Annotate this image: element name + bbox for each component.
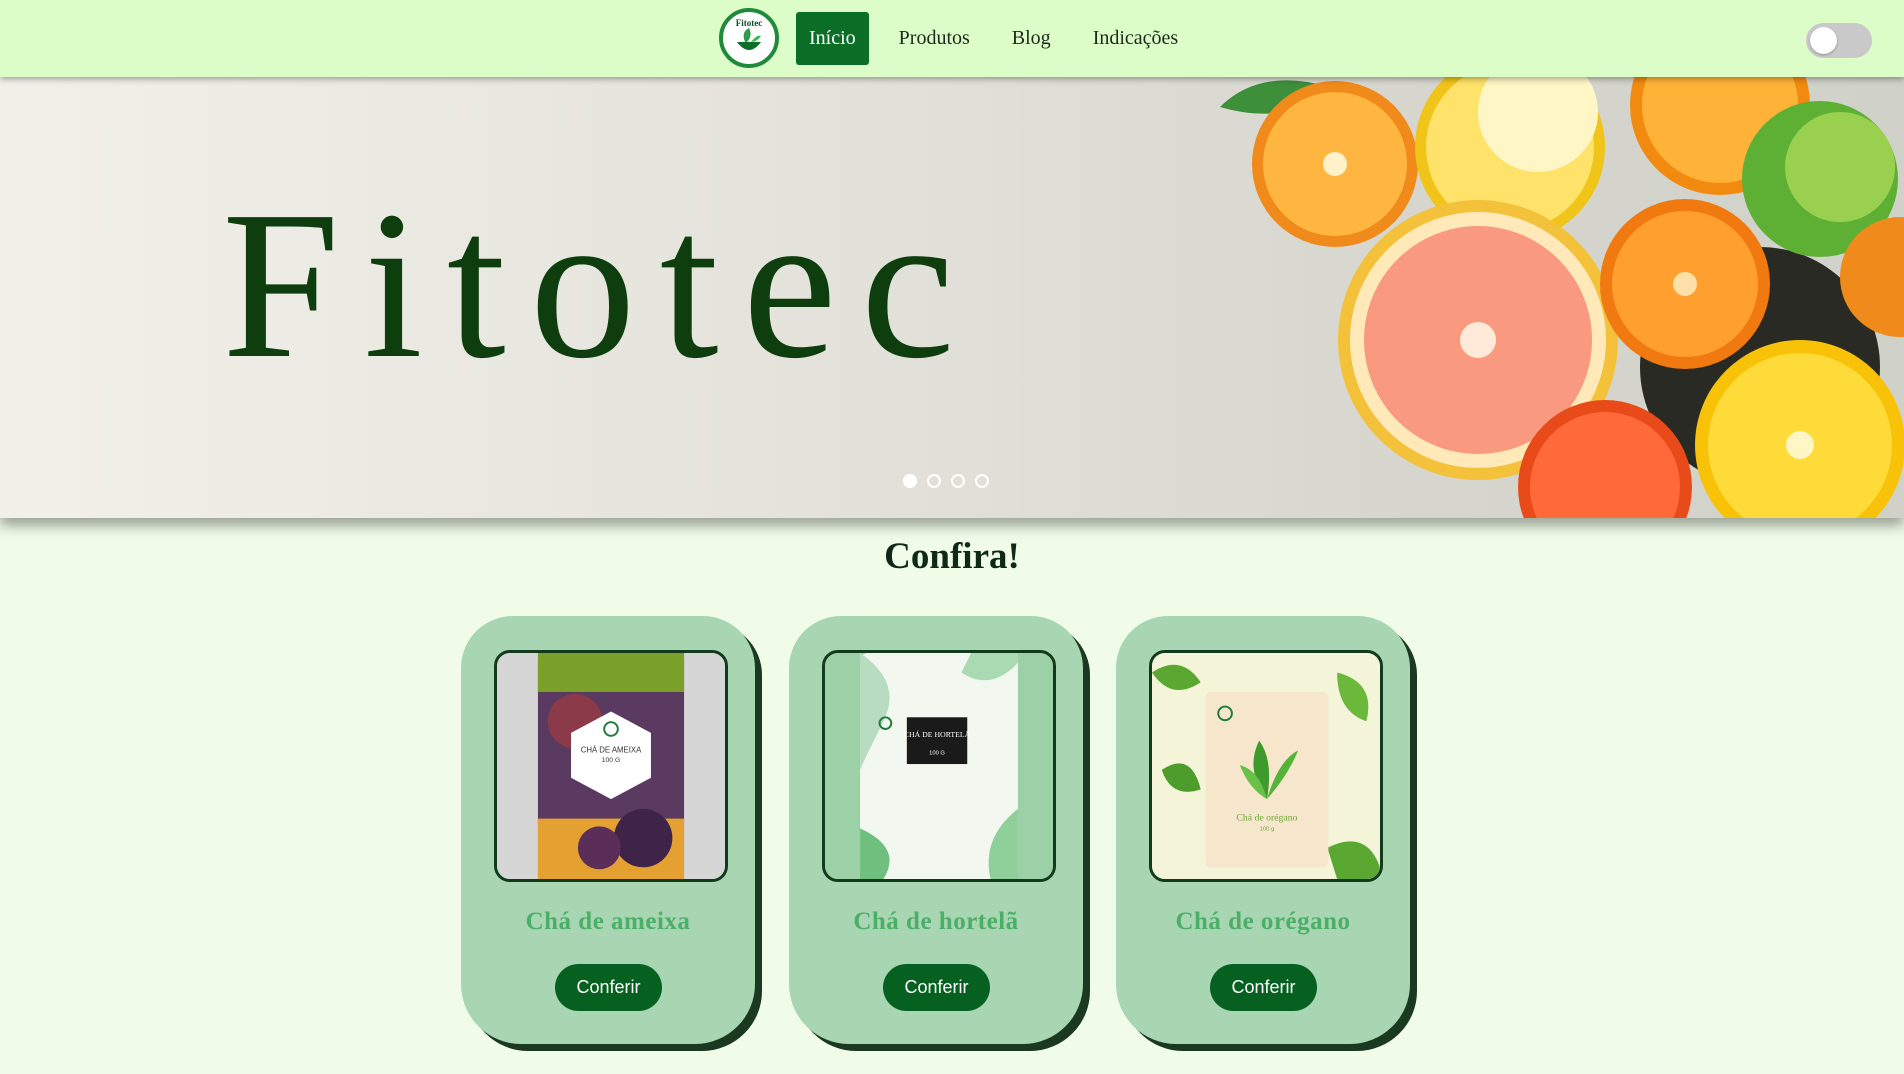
- product-card-ameixa: CHÁ DE AMEIXA 100 G Chá de ameixa Confer…: [461, 616, 755, 1044]
- conferir-button-oregano[interactable]: Conferir: [1210, 964, 1317, 1011]
- conferir-button-hortela[interactable]: Conferir: [883, 964, 990, 1011]
- carousel-dot-3[interactable]: [951, 474, 965, 488]
- theme-toggle[interactable]: [1806, 23, 1872, 58]
- carousel-dot-4[interactable]: [975, 474, 989, 488]
- navbar: Fitotec Início Produtos Blog Indicações: [0, 0, 1904, 77]
- package-label-ameixa: CHÁ DE AMEIXA: [581, 745, 642, 754]
- nav-link-produtos[interactable]: Produtos: [878, 12, 991, 65]
- package-weight-oregano: 100 g: [1260, 826, 1275, 832]
- section-title: Confira!: [884, 536, 1020, 577]
- hero-carousel[interactable]: Fitotec: [0, 77, 1904, 518]
- nav-link-indicacoes[interactable]: Indicações: [1072, 12, 1200, 65]
- product-card-hortela: CHÁ DE HORTELÃ 100 G Chá de hortelã Conf…: [789, 616, 1083, 1044]
- product-name-ameixa: Chá de ameixa: [525, 908, 691, 935]
- hero-title: Fitotec: [222, 167, 979, 402]
- carousel-dot-1[interactable]: [903, 474, 917, 488]
- package-weight-hortela: 100 G: [929, 750, 945, 756]
- toggle-knob: [1810, 27, 1837, 54]
- product-image-ameixa: CHÁ DE AMEIXA 100 G: [494, 650, 728, 882]
- package-weight-ameixa: 100 G: [602, 757, 621, 764]
- nav-link-blog[interactable]: Blog: [991, 12, 1072, 65]
- product-name-hortela: Chá de hortelã: [853, 908, 1019, 935]
- main-nav: Início Produtos Blog Indicações: [796, 12, 1199, 65]
- nav-link-inicio[interactable]: Início: [796, 12, 869, 65]
- logo-text: Fitotec: [735, 18, 763, 28]
- conferir-button-ameixa[interactable]: Conferir: [555, 964, 662, 1011]
- product-image-oregano: Chá de orégano 100 g: [1149, 650, 1383, 882]
- carousel-indicators: [903, 474, 989, 488]
- citrus-fruits-image: [1220, 77, 1904, 518]
- package-label-hortela: CHÁ DE HORTELÃ: [904, 729, 971, 739]
- fitotec-logo[interactable]: Fitotec: [719, 8, 779, 68]
- product-card-oregano: Chá de orégano 100 g Chá de orégano Conf…: [1116, 616, 1410, 1044]
- package-label-oregano: Chá de orégano: [1236, 813, 1297, 824]
- product-image-hortela: CHÁ DE HORTELÃ 100 G: [822, 650, 1056, 882]
- carousel-dot-2[interactable]: [927, 474, 941, 488]
- product-name-oregano: Chá de orégano: [1175, 908, 1351, 935]
